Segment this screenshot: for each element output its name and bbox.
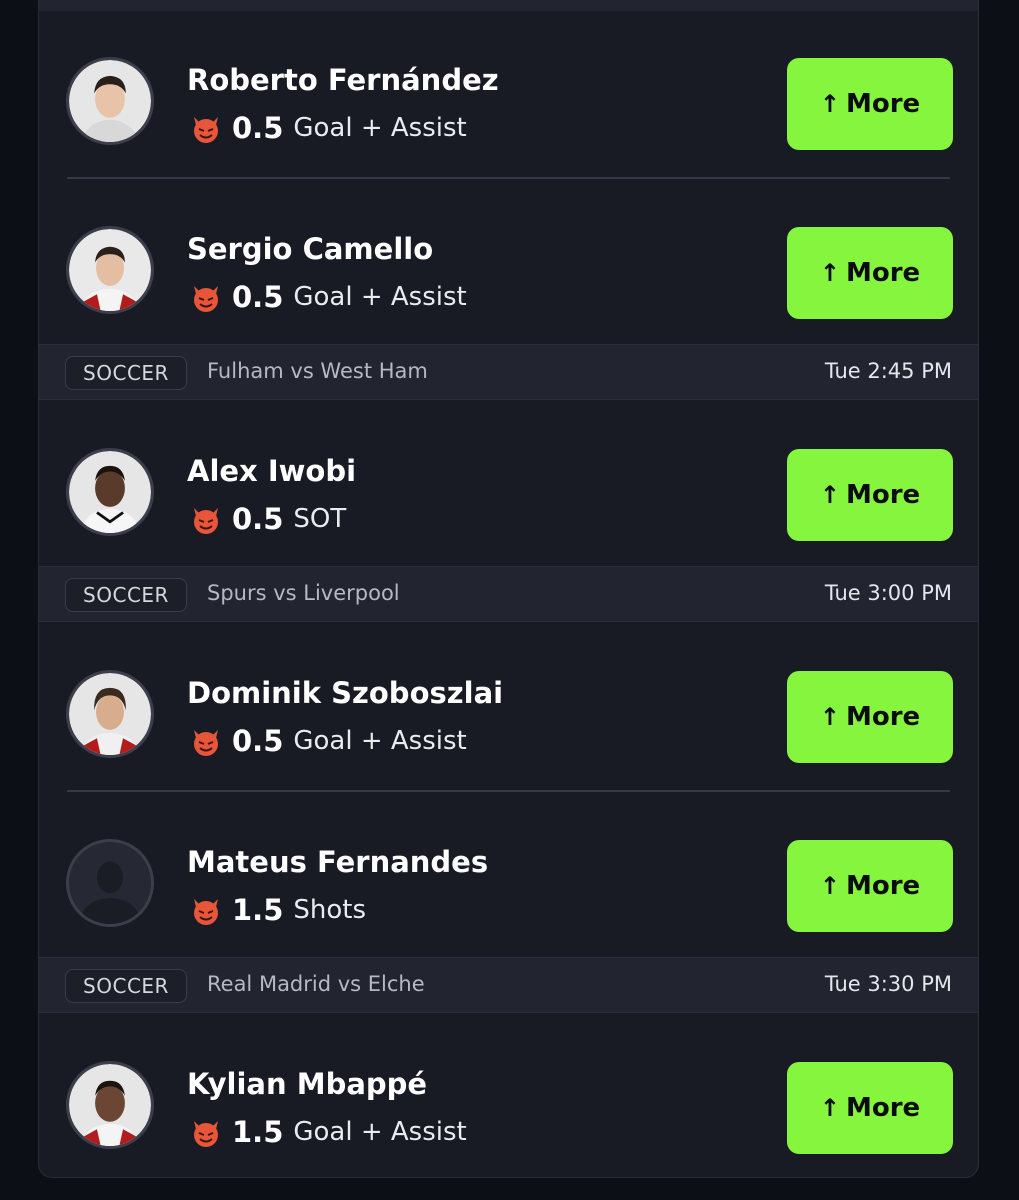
sport-badge: SOCCER [65,356,187,390]
stat-line-value: 0.5 [232,280,284,314]
stat-type: Goal + Assist [293,1117,467,1147]
stat-line-value: 1.5 [232,1115,284,1149]
match-header: SOCCER Fulham vs West Ham Tue 2:45 PM [39,344,978,400]
arrow-up-icon: ↑ [819,481,840,509]
devil-icon [189,724,223,758]
player-avatar-placeholder [66,839,154,927]
more-button[interactable]: ↑ More [787,449,953,541]
player-name: Alex Iwobi [187,454,357,488]
stat-type: Goal + Assist [293,282,467,312]
stat-line-value: 1.5 [232,893,284,927]
player-row[interactable]: Mateus Fernandes 1.5 Shots ↑ More [39,793,978,961]
stat-line: 0.5 Goal + Assist [189,277,467,317]
devil-icon [189,280,223,314]
devil-icon [189,502,223,536]
stat-line: 0.5 Goal + Assist [189,721,467,761]
stat-type: Goal + Assist [293,113,467,143]
match-name: Fulham vs West Ham [207,359,428,383]
row-divider [67,790,950,792]
stat-type: Goal + Assist [293,726,467,756]
player-row[interactable]: Dominik Szoboszlai 0.5 Goal + Assist ↑ Mo… [39,624,978,792]
player-avatar [66,1061,154,1149]
row-divider [67,177,950,179]
arrow-up-icon: ↑ [819,1094,840,1122]
match-header: SOCCER Spurs vs Liverpool Tue 3:00 PM [39,566,978,622]
player-avatar [66,448,154,536]
section-header-strip [39,0,978,11]
match-time: Tue 3:00 PM [824,581,952,605]
arrow-up-icon: ↑ [819,90,840,118]
more-label: More [845,258,921,288]
stat-type: SOT [293,504,347,534]
more-label: More [845,1093,921,1123]
stat-line: 1.5 Shots [189,890,366,930]
sport-badge: SOCCER [65,969,187,1003]
player-row[interactable]: Alex Iwobi 0.5 SOT ↑ More [39,402,978,570]
devil-icon [189,1115,223,1149]
more-label: More [845,480,921,510]
stat-line-value: 0.5 [232,724,284,758]
match-name: Spurs vs Liverpool [207,581,400,605]
sport-badge: SOCCER [65,578,187,612]
player-row[interactable]: Roberto Fernández 0.5 Goal + Assist ↑ Mor… [39,11,978,179]
stat-line: 0.5 Goal + Assist [189,108,467,148]
player-avatar [66,57,154,145]
player-name: Sergio Camello [187,232,434,266]
arrow-up-icon: ↑ [819,872,840,900]
match-time: Tue 3:30 PM [824,972,952,996]
devil-icon [189,111,223,145]
more-button[interactable]: ↑ More [787,671,953,763]
more-button[interactable]: ↑ More [787,1062,953,1154]
player-name: Kylian Mbappé [187,1067,428,1101]
devil-icon [189,893,223,927]
more-button[interactable]: ↑ More [787,840,953,932]
player-row[interactable]: Sergio Camello 0.5 Goal + Assist ↑ More [39,180,978,348]
stat-line-value: 0.5 [232,502,284,536]
match-name: Real Madrid vs Elche [207,972,425,996]
picks-card: Roberto Fernández 0.5 Goal + Assist ↑ Mor… [38,0,979,1178]
player-name: Mateus Fernandes [187,845,489,879]
match-header: SOCCER Real Madrid vs Elche Tue 3:30 PM [39,957,978,1013]
more-label: More [845,702,921,732]
player-name: Roberto Fernández [187,63,499,97]
stat-type: Shots [293,895,367,925]
more-button[interactable]: ↑ More [787,227,953,319]
stat-line: 1.5 Goal + Assist [189,1112,467,1152]
arrow-up-icon: ↑ [819,703,840,731]
more-label: More [845,871,921,901]
match-time: Tue 2:45 PM [824,359,952,383]
arrow-up-icon: ↑ [819,259,840,287]
stat-line-value: 0.5 [232,111,284,145]
player-avatar [66,226,154,314]
player-row[interactable]: Kylian Mbappé 1.5 Goal + Assist ↑ More [39,1015,978,1177]
more-button[interactable]: ↑ More [787,58,953,150]
player-name: Dominik Szoboszlai [187,676,504,710]
stat-line: 0.5 SOT [189,499,346,539]
player-avatar [66,670,154,758]
more-label: More [845,89,921,119]
